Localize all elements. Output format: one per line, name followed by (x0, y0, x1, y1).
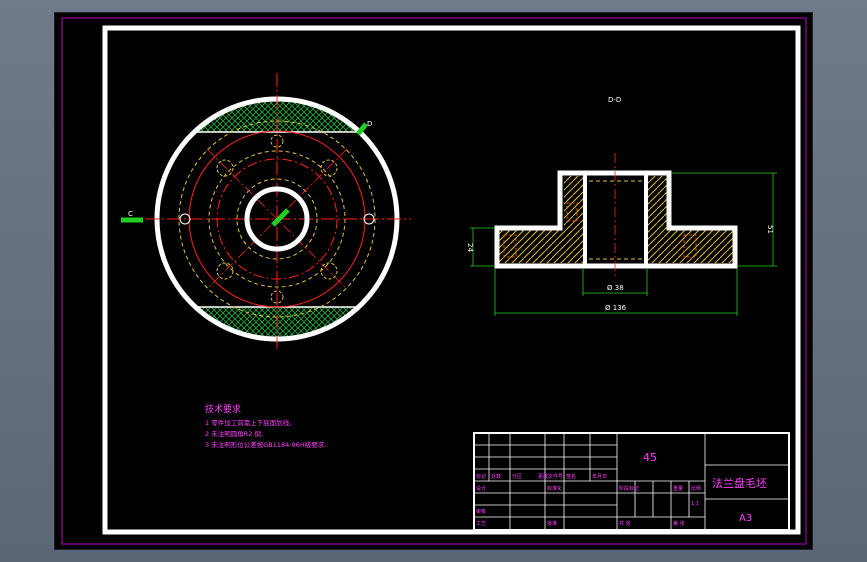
label-sheet-no: 第 张 (673, 520, 685, 527)
scale-value: 1:1 (691, 501, 699, 507)
material-value: 45 (643, 451, 657, 464)
label-weight: 重量 (673, 485, 683, 492)
marker-c-label: C (128, 210, 133, 218)
tech-req-line-3: 3 未注明形位公差按GB1184-96H级要求. (205, 440, 326, 449)
marker-d-label: D (367, 120, 372, 128)
inner-frame (102, 25, 801, 535)
label-approve: 批准 (547, 520, 557, 527)
label-mark: 标记 (476, 473, 486, 480)
section-title: D-D (608, 96, 621, 104)
title-block-text: 45 法兰盘毛坯 A3 标记 处数 分区 更改文件号 签名 年月日 设计 标准化… (476, 451, 767, 527)
label-zone: 分区 (512, 473, 522, 480)
dim-bore: Ø 38 (607, 284, 624, 292)
label-doc: 更改文件号 (538, 473, 563, 480)
label-sheets: 共 张 (619, 520, 631, 527)
drawing-canvas[interactable]: D C D-D Ø 38 Ø 136 51 24 技术要求 1 零件加工前需上下… (55, 13, 812, 549)
part-name: 法兰盘毛坯 (712, 476, 767, 490)
technical-requirements: 技术要求 1 零件加工前需上下底面划线; 2 未注明圆角R2 倒; 3 未注明形… (205, 403, 326, 449)
label-check: 审核 (476, 508, 486, 515)
label-count: 处数 (491, 473, 501, 480)
dim-outer: Ø 136 (605, 304, 627, 312)
tech-req-line-2: 2 未注明圆角R2 倒; (205, 429, 263, 438)
section-mark-d (356, 122, 368, 136)
tech-req-line-1: 1 零件加工前需上下底面划线; (205, 418, 291, 427)
sheet-size: A3 (739, 513, 752, 524)
tech-req-title: 技术要求 (205, 403, 241, 415)
label-stage: 阶段标记 (619, 485, 639, 492)
section-view: D-D Ø 38 Ø 136 51 24 (466, 96, 777, 316)
dim-flange: 24 (466, 243, 474, 252)
plan-view: D C (121, 73, 411, 349)
label-process: 工艺 (476, 521, 486, 527)
cad-sheet: D C D-D Ø 38 Ø 136 51 24 技术要求 1 零件加工前需上下… (61, 17, 807, 545)
label-date: 年月日 (592, 473, 607, 480)
dim-height: 51 (766, 225, 774, 234)
label-scale: 比例 (691, 485, 701, 492)
label-design: 设计 (476, 485, 486, 492)
label-sign: 签名 (566, 473, 576, 480)
label-standard: 标准化 (547, 485, 562, 492)
